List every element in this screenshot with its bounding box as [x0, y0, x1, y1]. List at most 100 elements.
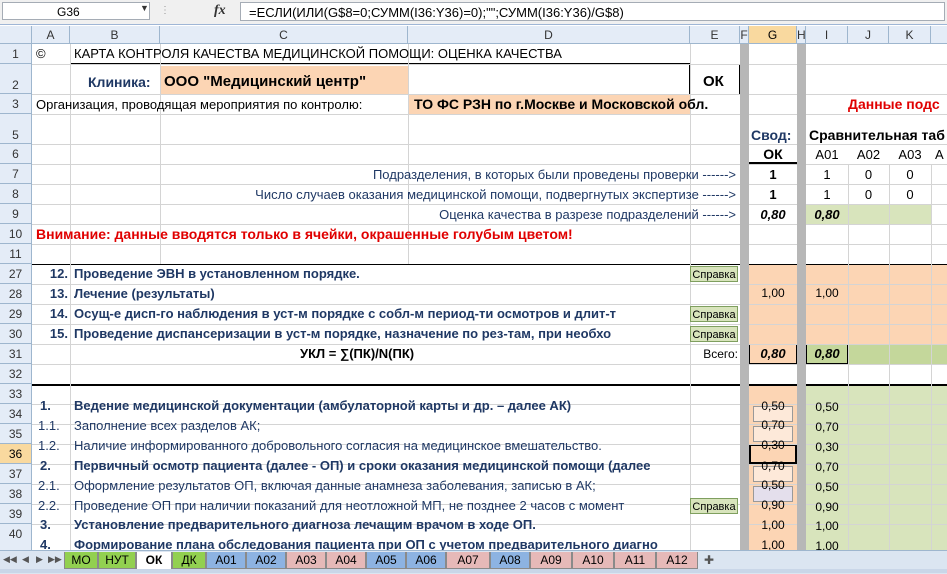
- row-header[interactable]: 8: [0, 184, 32, 204]
- i37-value: 0,50: [815, 480, 839, 494]
- row-header[interactable]: 29: [0, 304, 32, 324]
- item-number: 14.: [49, 306, 68, 321]
- row-header[interactable]: 35: [0, 424, 32, 444]
- status-ok: ОК: [703, 73, 724, 90]
- ukl-formula-label: УКЛ = ∑(ПК)/N(ПК): [300, 346, 415, 361]
- column-header-b[interactable]: B: [70, 26, 160, 44]
- row-header[interactable]: 2: [0, 64, 32, 94]
- row-header[interactable]: 28: [0, 284, 32, 304]
- tab-a04[interactable]: А04: [326, 552, 366, 569]
- prev-sheet-icon[interactable]: ◀: [22, 554, 29, 565]
- gridline: [32, 204, 947, 205]
- column-header-a[interactable]: A: [32, 26, 70, 44]
- resize-handle-icon[interactable]: ⋮: [160, 3, 170, 19]
- row-header[interactable]: 33: [0, 384, 32, 404]
- help-button[interactable]: Справка: [690, 498, 738, 514]
- item-text: Заполнение всех разделов АК;: [74, 418, 261, 433]
- g34-value[interactable]: 0,70: [749, 418, 797, 432]
- g33-value: 0,50: [761, 399, 785, 413]
- tab-a09[interactable]: А09: [530, 552, 572, 569]
- next-sheet-icon[interactable]: ▶: [36, 554, 43, 565]
- help-button[interactable]: Справка: [690, 306, 738, 322]
- g38-value[interactable]: 0,90: [749, 498, 797, 512]
- warning-text: Внимание: данные вводятся только в ячейк…: [36, 226, 573, 242]
- column-header-j[interactable]: J: [848, 26, 889, 44]
- last-sheet-icon[interactable]: ▶▶: [48, 554, 62, 565]
- row-header[interactable]: 31: [0, 344, 32, 364]
- row-header[interactable]: 9: [0, 204, 32, 224]
- function-icon[interactable]: fx: [214, 3, 226, 19]
- a02-units: 0: [864, 167, 873, 182]
- quality-by-unit-label: Оценка качества в разрезе подразделений …: [439, 207, 736, 222]
- formula-input[interactable]: =ЕСЛИ(ИЛИ(G$8=0;СУММ(I36:Y36)=0);"";СУММ…: [240, 2, 945, 21]
- help-button[interactable]: Справка: [690, 266, 738, 282]
- copyright-symbol: ©: [36, 46, 46, 61]
- row-header[interactable]: 10: [0, 224, 32, 244]
- i39-value: 1,00: [815, 519, 839, 533]
- tab-a07[interactable]: А07: [446, 552, 490, 569]
- column-header-d[interactable]: D: [408, 26, 690, 44]
- column-header-c[interactable]: C: [160, 26, 408, 44]
- clinic-value[interactable]: ООО "Медицинский центр": [164, 73, 366, 90]
- tab-nut[interactable]: НУТ: [98, 552, 136, 569]
- column-header-f[interactable]: F: [740, 26, 749, 44]
- item-number: 1.: [40, 398, 51, 413]
- tab-a10[interactable]: А10: [572, 552, 614, 569]
- row-header[interactable]: 39: [0, 504, 32, 524]
- tab-a06[interactable]: А06: [406, 552, 446, 569]
- a03-units: 0: [906, 167, 914, 182]
- name-box[interactable]: G36: [2, 2, 150, 20]
- row-header[interactable]: 37: [0, 464, 32, 484]
- tab-a08[interactable]: А08: [490, 552, 530, 569]
- g35-value[interactable]: 0,30: [749, 438, 797, 452]
- g-total-value: 0,80: [760, 346, 786, 361]
- row-header[interactable]: 32: [0, 364, 32, 384]
- g36-value[interactable]: 0,70: [749, 459, 797, 473]
- a01-cases: 1: [823, 187, 831, 202]
- org-value[interactable]: ТО ФС РЗН по г.Москве и Московской обл.: [414, 96, 708, 112]
- tab-dk[interactable]: ДК: [172, 552, 206, 569]
- tab-a05[interactable]: А05: [366, 552, 406, 569]
- row-header[interactable]: 38: [0, 484, 32, 504]
- row-header[interactable]: 1: [0, 44, 32, 64]
- spreadsheet-grid[interactable]: A B C D E F G H I J K 1 2 3 5 6 7 8 9 10…: [0, 26, 947, 554]
- summary-ok: ОК: [749, 146, 797, 164]
- col-a01: А01: [815, 147, 839, 162]
- first-sheet-icon[interactable]: ◀◀: [3, 554, 17, 565]
- gridline: [32, 144, 947, 145]
- item-text: Первичный осмотр пациента (далее - ОП) и…: [74, 458, 651, 473]
- tab-a11[interactable]: А11: [614, 552, 656, 569]
- select-all-corner[interactable]: [0, 26, 32, 44]
- i35-value: 0,30: [815, 440, 839, 454]
- row-header[interactable]: 30: [0, 324, 32, 344]
- help-button[interactable]: Справка: [690, 326, 738, 342]
- column-header-e[interactable]: E: [690, 26, 740, 44]
- tab-a02[interactable]: А02: [246, 552, 286, 569]
- column-header-h[interactable]: H: [797, 26, 806, 44]
- row-header[interactable]: 7: [0, 164, 32, 184]
- tab-mo[interactable]: МО: [64, 552, 98, 569]
- tab-a03[interactable]: А03: [286, 552, 326, 569]
- column-header-g[interactable]: G: [749, 26, 797, 44]
- a03-cases: 0: [906, 187, 914, 202]
- row-header[interactable]: 27: [0, 264, 32, 284]
- i-total-value: 0,80: [814, 346, 840, 361]
- tab-a12[interactable]: А12: [656, 552, 698, 569]
- column-header-i[interactable]: I: [806, 26, 848, 44]
- horizontal-scrollbar[interactable]: [0, 569, 947, 573]
- row-header[interactable]: 5: [0, 114, 32, 144]
- row-header[interactable]: 36: [0, 444, 32, 464]
- org-label: Организация, проводящая мероприятия по к…: [36, 97, 363, 112]
- row-header[interactable]: 3: [0, 94, 32, 114]
- row-header[interactable]: 6: [0, 144, 32, 164]
- row-header[interactable]: 11: [0, 244, 32, 264]
- row-header[interactable]: 34: [0, 404, 32, 424]
- item-text: Проведение ОП при наличии показаний для …: [74, 498, 625, 513]
- g37-value[interactable]: 0,50: [749, 478, 797, 492]
- gridline: [889, 164, 890, 554]
- column-header-l[interactable]: [931, 26, 947, 44]
- chevron-down-icon[interactable]: ▼: [140, 3, 149, 13]
- column-header-k[interactable]: K: [889, 26, 931, 44]
- tab-a01[interactable]: А01: [206, 552, 246, 569]
- insert-sheet-icon[interactable]: ✚: [704, 553, 714, 567]
